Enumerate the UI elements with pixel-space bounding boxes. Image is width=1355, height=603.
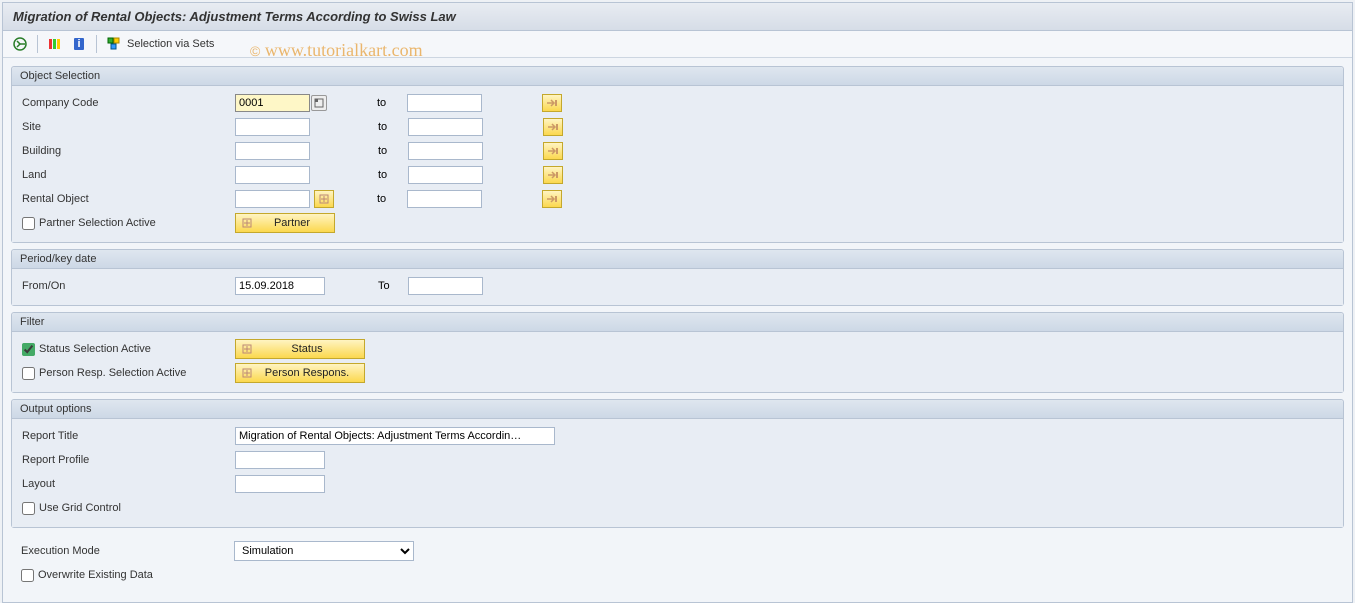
multiple-selection-button[interactable] <box>542 190 562 208</box>
to-label: to <box>377 97 407 109</box>
group-object-selection: Object Selection Company Code to Site to <box>11 66 1344 243</box>
f4-help-icon[interactable] <box>311 95 327 111</box>
rental-object-input[interactable] <box>235 190 310 208</box>
status-button[interactable]: Status <box>235 339 365 359</box>
main-container: Migration of Rental Objects: Adjustment … <box>2 2 1353 603</box>
group-filter: Filter Status Selection Active Status <box>11 312 1344 393</box>
group-header: Output options <box>12 400 1343 419</box>
expand-icon <box>240 366 254 380</box>
bottom-area: Execution Mode Simulation Overwrite Exis… <box>11 534 1344 590</box>
person-respons-button[interactable]: Person Respons. <box>235 363 365 383</box>
land-label: Land <box>20 169 235 181</box>
person-respons-button-label: Person Respons. <box>260 367 354 379</box>
to-input[interactable] <box>408 277 483 295</box>
separator <box>37 35 38 53</box>
use-grid-label: Use Grid Control <box>39 502 121 514</box>
site-input[interactable] <box>235 118 310 136</box>
land-to-input[interactable] <box>408 166 483 184</box>
multiple-selection-button[interactable] <box>543 142 563 160</box>
from-on-input[interactable] <box>235 277 325 295</box>
use-grid-checkbox-label[interactable]: Use Grid Control <box>20 502 235 515</box>
status-selection-checkbox[interactable] <box>22 343 35 356</box>
report-profile-label: Report Profile <box>20 454 235 466</box>
land-input[interactable] <box>235 166 310 184</box>
building-input[interactable] <box>235 142 310 160</box>
selection-via-sets-button[interactable]: Selection via Sets <box>105 35 214 53</box>
overwrite-checkbox-label[interactable]: Overwrite Existing Data <box>19 569 153 582</box>
overwrite-checkbox[interactable] <box>21 569 34 582</box>
sets-icon <box>105 35 123 53</box>
status-button-label: Status <box>260 343 354 355</box>
to-label: To <box>378 280 408 292</box>
rental-object-to-input[interactable] <box>407 190 482 208</box>
person-resp-checkbox-label[interactable]: Person Resp. Selection Active <box>20 367 235 380</box>
status-selection-label: Status Selection Active <box>39 343 151 355</box>
status-selection-checkbox-label[interactable]: Status Selection Active <box>20 343 235 356</box>
partner-button-label: Partner <box>260 217 324 229</box>
title-bar: Migration of Rental Objects: Adjustment … <box>3 3 1352 31</box>
svg-text:i: i <box>77 38 80 50</box>
multiple-selection-button[interactable] <box>543 118 563 136</box>
rental-object-label: Rental Object <box>20 193 235 205</box>
report-title-input[interactable] <box>235 427 555 445</box>
site-label: Site <box>20 121 235 133</box>
building-label: Building <box>20 145 235 157</box>
info-icon[interactable]: i <box>70 35 88 53</box>
person-resp-checkbox[interactable] <box>22 367 35 380</box>
group-header: Filter <box>12 313 1343 332</box>
site-to-input[interactable] <box>408 118 483 136</box>
from-on-label: From/On <box>20 280 235 292</box>
page-title: Migration of Rental Objects: Adjustment … <box>13 9 1342 24</box>
selection-via-sets-label: Selection via Sets <box>127 38 214 50</box>
company-code-label: Company Code <box>20 97 235 109</box>
company-code-to-input[interactable] <box>407 94 482 112</box>
layout-input[interactable] <box>235 475 325 493</box>
overwrite-label: Overwrite Existing Data <box>38 569 153 581</box>
report-title-label: Report Title <box>20 430 235 442</box>
company-code-input[interactable] <box>235 94 310 112</box>
variant-icon[interactable] <box>46 35 64 53</box>
partner-selection-checkbox-label[interactable]: Partner Selection Active <box>20 217 235 230</box>
layout-label: Layout <box>20 478 235 490</box>
partner-selection-checkbox[interactable] <box>22 217 35 230</box>
building-to-input[interactable] <box>408 142 483 160</box>
execute-icon[interactable] <box>11 35 29 53</box>
group-header: Object Selection <box>12 67 1343 86</box>
partner-button[interactable]: Partner <box>235 213 335 233</box>
expand-icon <box>240 342 254 356</box>
group-period: Period/key date From/On To <box>11 249 1344 306</box>
execution-mode-select[interactable]: Simulation <box>234 541 414 561</box>
person-resp-label: Person Resp. Selection Active <box>39 367 186 379</box>
to-label: to <box>377 193 407 205</box>
multiple-selection-button[interactable] <box>543 166 563 184</box>
separator <box>96 35 97 53</box>
report-profile-input[interactable] <box>235 451 325 469</box>
expand-icon-button[interactable] <box>314 190 334 208</box>
to-label: to <box>378 145 408 157</box>
content: Object Selection Company Code to Site to <box>3 58 1352 602</box>
use-grid-checkbox[interactable] <box>22 502 35 515</box>
multiple-selection-button[interactable] <box>542 94 562 112</box>
execution-mode-label: Execution Mode <box>19 545 234 557</box>
toolbar: i Selection via Sets <box>3 31 1352 58</box>
expand-icon <box>240 216 254 230</box>
group-output-options: Output options Report Title Report Profi… <box>11 399 1344 528</box>
to-label: to <box>378 169 408 181</box>
to-label: to <box>378 121 408 133</box>
group-header: Period/key date <box>12 250 1343 269</box>
partner-selection-label: Partner Selection Active <box>39 217 156 229</box>
